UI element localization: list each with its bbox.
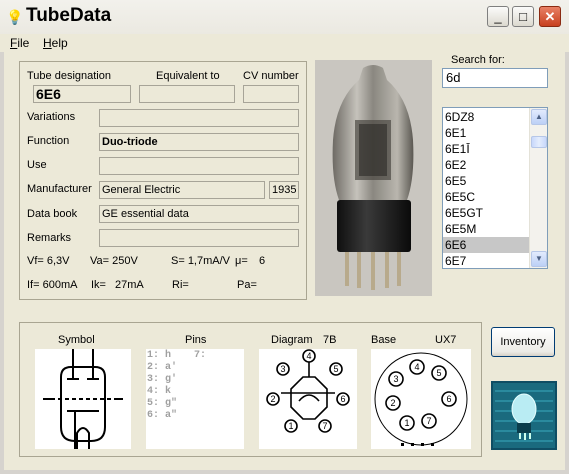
diagram-panel: 4 3 5 2 6 1 7 <box>259 349 357 449</box>
databook-label: Data book <box>27 208 78 220</box>
svg-text:4: 4 <box>306 351 311 361</box>
function-field[interactable]: Duo-triode <box>99 133 299 151</box>
ik-label: Ik= <box>91 279 106 291</box>
app-logo <box>491 381 557 450</box>
close-button[interactable]: ✕ <box>539 6 561 27</box>
window-title: TubeData <box>26 5 112 26</box>
list-item-selected[interactable]: 6E6 <box>443 237 529 253</box>
svg-text:2: 2 <box>390 398 395 408</box>
svg-text:2: 2 <box>270 394 275 404</box>
equivalent-field[interactable] <box>139 85 235 103</box>
search-label: Search for: <box>451 54 505 66</box>
svg-text:7: 7 <box>426 416 431 426</box>
remarks-label: Remarks <box>27 232 72 244</box>
tube-designation-field[interactable]: 6E6 <box>33 85 131 103</box>
tube-photo <box>315 60 432 296</box>
svg-text:5: 5 <box>436 368 441 378</box>
search-input[interactable]: 6d <box>442 68 548 88</box>
bulb-icon: 💡 <box>6 9 24 25</box>
results-scrollbar[interactable]: ▲ ▼ <box>529 108 547 268</box>
manufacturer-label: Manufacturer <box>27 183 92 195</box>
cv-number-field[interactable] <box>243 85 299 103</box>
use-label: Use <box>27 159 47 171</box>
svg-text:1: 1 <box>288 421 293 431</box>
minimize-button[interactable]: _ <box>487 6 509 27</box>
scroll-thumb[interactable] <box>531 136 547 148</box>
list-item[interactable]: 6E1Ī <box>443 141 529 157</box>
use-field[interactable] <box>99 157 299 175</box>
tube-symbol <box>35 349 131 449</box>
remarks-field[interactable] <box>99 229 299 247</box>
list-item[interactable]: 6E5 <box>443 173 529 189</box>
svg-text:7: 7 <box>322 421 327 431</box>
year-field[interactable]: 1935 <box>269 181 299 199</box>
databook-field[interactable]: GE essential data <box>99 205 299 223</box>
symbol-label: Symbol <box>58 334 95 346</box>
s-value: S= 1,7mA/V <box>171 255 231 267</box>
pins-label: Pins <box>185 334 207 346</box>
arrow-down-icon[interactable]: ▼ <box>531 251 547 267</box>
pins-list-2: 7: <box>194 350 207 361</box>
maximize-button[interactable]: □ <box>512 6 534 27</box>
manufacturer-field[interactable]: General Electric <box>99 181 265 199</box>
variations-field[interactable] <box>99 109 299 127</box>
results-items: 6DZ8 6E1 6E1Ī 6E2 6E5 6E5C 6E5GT 6E5M 6E… <box>443 109 529 268</box>
svg-text:3: 3 <box>280 364 285 374</box>
svg-text:5: 5 <box>333 364 338 374</box>
svg-text:1: 1 <box>404 418 409 428</box>
list-item[interactable]: 6DZ8 <box>443 109 529 125</box>
base-panel: 4 5 3 6 2 1 7 <box>371 349 471 449</box>
mu-value: 6 <box>259 255 266 267</box>
svg-text:6: 6 <box>340 394 345 404</box>
mu-label: μ= <box>235 255 248 267</box>
base-label: Base <box>371 334 397 346</box>
pins-list-1: 1: h 2: a' 3: g' 4: k 5: g" 6: a" <box>147 350 178 421</box>
pins-panel: 1: h 2: a' 3: g' 4: k 5: g" 6: a" 7: <box>146 349 244 449</box>
tube-designation-label: Tube designation <box>27 70 111 82</box>
menu-file[interactable]: File <box>10 36 29 50</box>
cv-number-label: CV number <box>243 70 299 82</box>
svg-text:6: 6 <box>446 394 451 404</box>
list-item[interactable]: 6E7 <box>443 253 529 268</box>
svg-text:4: 4 <box>414 362 419 372</box>
menu-bar <box>0 34 569 52</box>
list-item[interactable]: 6E5GT <box>443 205 529 221</box>
list-item[interactable]: 6E1 <box>443 125 529 141</box>
equivalent-label: Equivalent to <box>156 70 220 82</box>
list-item[interactable]: 6E5M <box>443 221 529 237</box>
va-value: Va= 250V <box>90 255 138 267</box>
arrow-up-icon[interactable]: ▲ <box>531 109 547 125</box>
pa-label: Pa= <box>237 279 257 291</box>
diagram-label: Diagram <box>271 334 313 346</box>
list-item[interactable]: 6E5C <box>443 189 529 205</box>
vf-value: Vf= 6,3V <box>27 255 70 267</box>
ri-label: Ri= <box>172 279 189 291</box>
list-item[interactable]: 6E2 <box>443 157 529 173</box>
inventory-button[interactable]: Inventory <box>491 327 555 357</box>
diagram-code: 7B <box>323 334 337 346</box>
results-list[interactable]: 6DZ8 6E1 6E1Ī 6E2 6E5 6E5C 6E5GT 6E5M 6E… <box>442 107 548 269</box>
ik-value: 27mA <box>115 279 144 291</box>
function-label: Function <box>27 135 70 147</box>
if-value: If= 600mA <box>27 279 78 291</box>
variations-label: Variations <box>27 111 76 123</box>
menu-help[interactable]: Help <box>43 36 68 50</box>
svg-text:3: 3 <box>393 374 398 384</box>
base-code: UX7 <box>435 334 457 346</box>
